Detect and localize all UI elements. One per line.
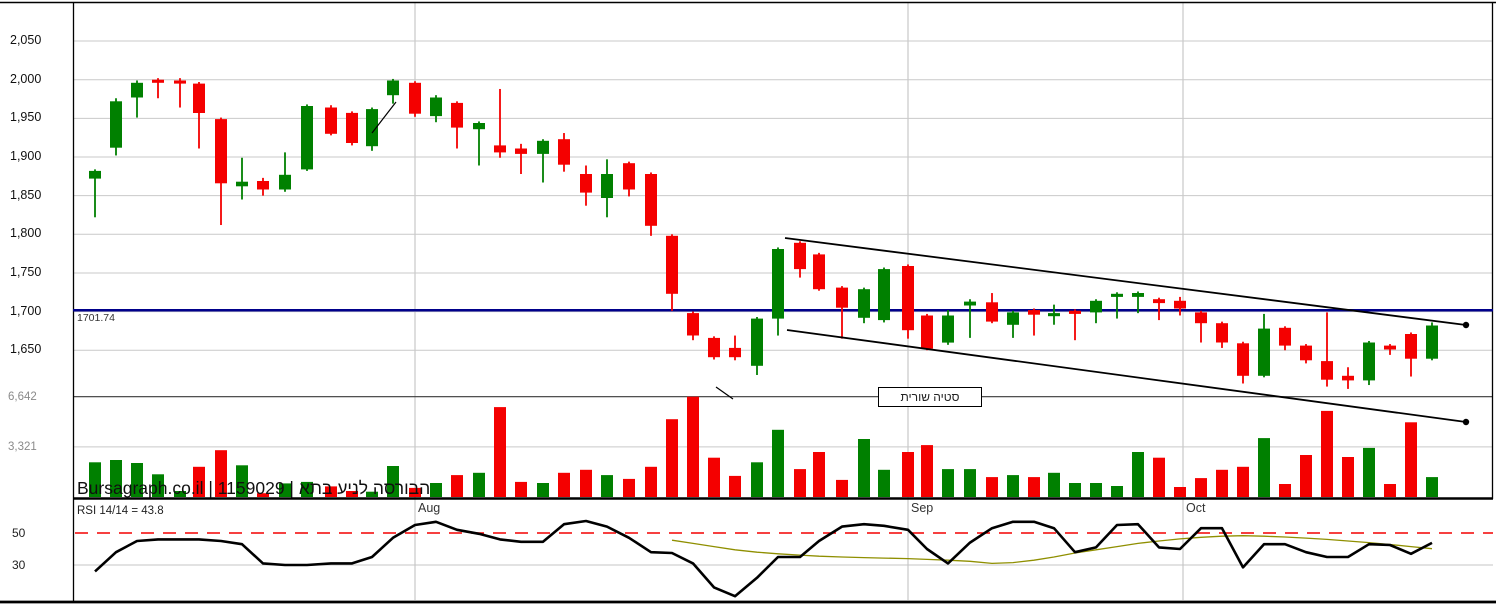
price-axis-label: 1,900 (10, 149, 42, 163)
rsi-axis-label: 30 (12, 558, 26, 572)
price-axis-label: 1,950 (10, 110, 42, 125)
price-axis-label: 1,750 (10, 264, 42, 279)
price-axis-label: 1,650 (10, 342, 42, 357)
price-axis-label: 1,800 (10, 226, 42, 241)
price-axis-label: 2,000 (10, 71, 42, 86)
price-axis-label: 1,700 (10, 303, 42, 318)
rsi-value-label: RSI 14/14 = 43.8 (77, 505, 164, 517)
watermark-text: Bursagraph.co.il | 1159029 | הבורסה לניע… (77, 478, 431, 498)
month-label: Aug (418, 501, 441, 515)
price-axis-label: 2,050 (10, 33, 42, 48)
price-axis-label: 1,850 (10, 187, 42, 202)
price-volume-rsi-chart-canvas[interactable] (0, 0, 1496, 606)
month-label: Sep (911, 501, 934, 515)
volume-axis-label: 6,642 (8, 390, 37, 403)
chart-root: 2,050 2,000 1,950 1,900 1,850 1,800 1,750 1,700… (0, 0, 1496, 606)
month-label: Oct (1186, 501, 1206, 515)
annotation-box: סטיה שורית (878, 387, 982, 407)
support-price-label: 1701.74 (77, 312, 115, 324)
rsi-axis-label: 50 (12, 526, 26, 540)
volume-axis-label: 3,321 (8, 440, 37, 453)
